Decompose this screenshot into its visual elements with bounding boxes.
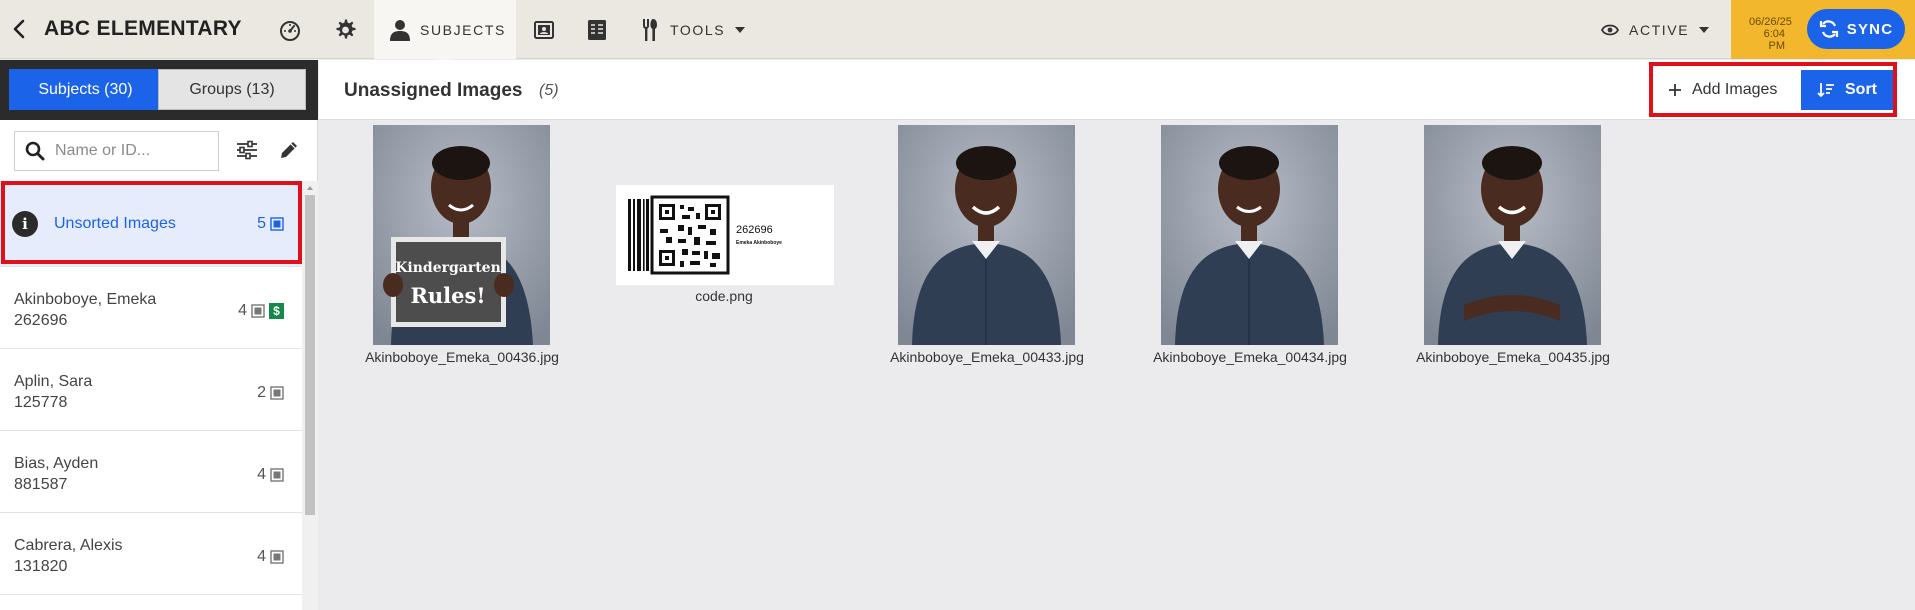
image-filename: Akinboboye_Emeka_00433.jpg <box>890 349 1084 365</box>
image-filename: Akinboboye_Emeka_00435.jpg <box>1416 349 1610 365</box>
main-header: Unassigned Images (5) Add Images Sort <box>319 60 1915 120</box>
chevron-down-icon <box>1699 26 1710 33</box>
list-item-title: Unsorted Images <box>54 215 176 232</box>
sync-time: 6:04 PM <box>1763 28 1785 52</box>
subject-name: Aplin, Sara <box>14 373 93 390</box>
photo-icon <box>270 386 284 400</box>
sign-text-line1: Kindergarten <box>395 260 501 276</box>
image-count-value: 2 <box>257 384 266 401</box>
id-card-icon[interactable] <box>529 15 559 45</box>
sort-button[interactable]: Sort <box>1801 70 1893 110</box>
image-filename: Akinboboye_Emeka_00436.jpg <box>365 349 559 365</box>
filter-sliders-icon[interactable] <box>232 135 262 165</box>
subject-name: Bias, Ayden <box>14 455 99 472</box>
image-filename: code.png <box>695 288 753 304</box>
tab-subjects-list[interactable]: Subjects (30) <box>9 69 162 110</box>
tab-groups-list[interactable]: Groups (13) <box>158 69 306 110</box>
sidebar-scrollbar[interactable] <box>302 181 318 610</box>
image-filename: Akinboboye_Emeka_00434.jpg <box>1153 349 1347 365</box>
search-input[interactable] <box>55 142 205 160</box>
list-item-unsorted-images[interactable]: i Unsorted Images 5 <box>0 181 302 267</box>
search-icon <box>25 141 45 161</box>
photo-icon <box>270 468 284 482</box>
qr-code-image: 262696 Emeka Akinboboye <box>616 185 834 285</box>
subject-id: 125778 <box>14 394 68 411</box>
tools-label: TOOLS <box>670 21 726 38</box>
top-bar: ABC ELEMENTARY SUBJECTS TOOLS ACTIVE 06/… <box>0 0 1915 66</box>
image-count: 2 <box>257 384 284 402</box>
page-title: Unassigned Images <box>344 80 523 101</box>
image-count-value: 4 <box>257 548 266 565</box>
search-field[interactable] <box>14 131 219 171</box>
sync-icon <box>1819 20 1838 38</box>
image-thumbnail[interactable]: 262696 Emeka Akinboboye code.png <box>610 125 838 310</box>
list-item-subject[interactable]: Aplin, Sara 125778 2 <box>0 349 302 431</box>
chevron-down-icon <box>735 26 746 33</box>
list-item-subject[interactable]: Bias, Ayden 881587 4 <box>0 431 302 513</box>
list-item-subject[interactable]: Akinboboye, Emeka 262696 4 $ <box>0 267 302 349</box>
person-icon <box>390 19 410 41</box>
school-name: ABC ELEMENTARY <box>44 17 242 40</box>
list-item-subject[interactable]: Cabrera, Alexis 131820 4 <box>0 513 302 595</box>
subject-id: 131820 <box>14 558 68 575</box>
subject-name: Akinboboye, Emeka <box>14 291 157 308</box>
subject-id: 262696 <box>14 312 68 329</box>
tab-subjects[interactable]: SUBJECTS <box>374 0 516 66</box>
image-count-value: 5 <box>257 215 266 232</box>
image-count: 4 <box>257 548 284 566</box>
sidebar: Subjects (30) Groups (13) i Unsorted Ima… <box>0 60 318 610</box>
sync-button[interactable]: SYNC <box>1807 9 1905 49</box>
image-thumbnail[interactable]: Akinboboye_Emeka_00435.jpg <box>1406 125 1620 370</box>
sync-label: SYNC <box>1846 20 1894 38</box>
plus-icon <box>1669 84 1681 96</box>
eye-icon <box>1601 24 1619 35</box>
photo-image <box>1161 125 1338 345</box>
active-label: ACTIVE <box>1629 21 1690 38</box>
subject-id: 881587 <box>14 476 68 493</box>
tools-menu[interactable]: TOOLS <box>640 0 746 59</box>
dashboard-icon[interactable] <box>275 15 305 45</box>
sign-text-line2: Rules! <box>410 283 485 308</box>
pencil-icon[interactable] <box>274 135 304 165</box>
photo-image <box>898 125 1075 345</box>
tools-icon <box>643 18 657 41</box>
image-count: 4 $ <box>238 302 284 320</box>
image-total-count: (5) <box>539 82 559 99</box>
subject-name: Cabrera, Alexis <box>14 537 123 554</box>
tab-subjects-label: SUBJECTS <box>420 21 506 38</box>
sync-area: 06/26/25 6:04 PM SYNC <box>1731 0 1915 59</box>
image-count: 5 <box>257 215 284 233</box>
image-thumbnail[interactable]: Akinboboye_Emeka_00433.jpg <box>880 125 1094 370</box>
photo-icon <box>270 217 284 231</box>
sort-icon <box>1817 83 1834 98</box>
photo-image <box>1424 125 1601 345</box>
scroll-up-arrow-icon[interactable] <box>307 186 313 190</box>
code-subject-id: 262696 <box>736 224 773 236</box>
scrollbar-thumb[interactable] <box>305 195 315 515</box>
photo-image: Kindergarten Rules! <box>373 125 550 345</box>
info-icon: i <box>12 211 38 237</box>
image-thumbnail[interactable]: Kindergarten Rules! Akinboboye_Emeka_004… <box>355 125 569 370</box>
sort-label: Sort <box>1845 81 1877 98</box>
photo-icon <box>251 304 265 318</box>
last-sync-timestamp: 06/26/25 6:04 PM <box>1749 16 1792 52</box>
image-count-value: 4 <box>257 466 266 483</box>
sync-date: 06/26/25 <box>1749 16 1792 28</box>
image-count: 4 <box>257 466 284 484</box>
photo-icon <box>270 550 284 564</box>
image-count-value: 4 <box>238 302 247 319</box>
subject-list: i Unsorted Images 5 Akinboboye, Emeka 26… <box>0 181 302 610</box>
price-sheet-icon[interactable] <box>582 15 612 45</box>
sidebar-tabs: Subjects (30) Groups (13) <box>0 60 318 120</box>
image-thumbnail[interactable]: Akinboboye_Emeka_00434.jpg <box>1143 125 1357 370</box>
active-filter-dropdown[interactable]: ACTIVE <box>1601 0 1710 59</box>
gear-icon[interactable] <box>330 15 360 45</box>
paid-badge: $ <box>269 303 284 319</box>
add-images-label: Add Images <box>1692 81 1778 98</box>
back-icon[interactable] <box>4 14 34 44</box>
add-images-button[interactable]: Add Images <box>1668 70 1777 110</box>
code-subject-name: Emeka Akinboboye <box>736 240 782 246</box>
